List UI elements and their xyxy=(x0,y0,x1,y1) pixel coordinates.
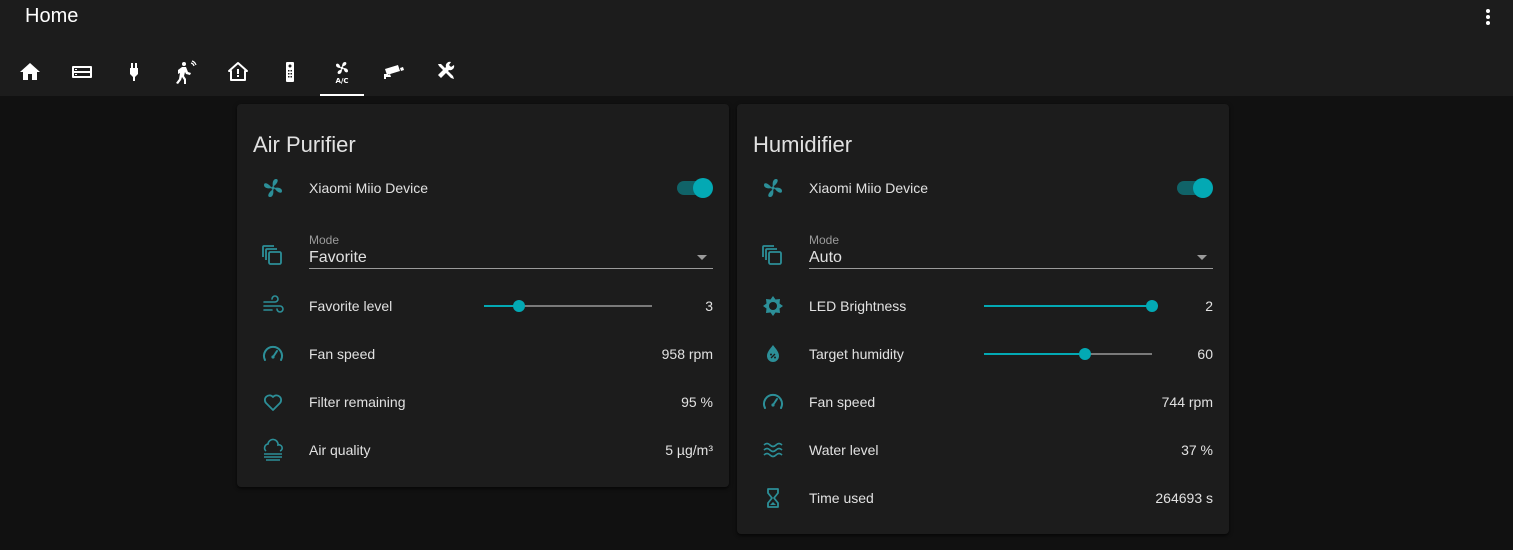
favorite-level-row: Favorite level 3 xyxy=(253,286,713,326)
card-title: Humidifier xyxy=(753,132,853,157)
water-percent-icon xyxy=(753,334,793,374)
view-tabs: A/C xyxy=(4,48,472,96)
timer-sand-icon xyxy=(753,478,793,518)
home-icon xyxy=(20,63,40,80)
time-used-label: Time used xyxy=(809,490,874,506)
mode-caption: Mode xyxy=(309,233,340,247)
server-icon xyxy=(72,66,92,78)
brightness-icon xyxy=(753,286,793,326)
fan-icon[interactable] xyxy=(753,168,793,208)
speedometer-icon xyxy=(753,382,793,422)
tools-icon xyxy=(438,61,455,79)
target-humidity-row: Target humidity 60 xyxy=(753,334,1213,374)
mode-value: Auto xyxy=(809,249,842,266)
device-label: Xiaomi Miio Device xyxy=(809,180,929,196)
fan-speed-row: Fan speed 958 rpm xyxy=(253,334,713,374)
waves-icon xyxy=(753,430,793,470)
tab-remote[interactable] xyxy=(264,48,316,96)
fan-icon[interactable] xyxy=(253,168,293,208)
led-brightness-slider[interactable] xyxy=(984,296,1158,316)
dropdown-arrow-icon[interactable] xyxy=(697,255,707,260)
device-row: Xiaomi Miio Device xyxy=(253,168,713,208)
mode-value: Favorite xyxy=(309,249,367,266)
device-toggle[interactable] xyxy=(677,178,713,198)
target-humidity-value: 60 xyxy=(1197,346,1213,362)
favorite-level-value: 3 xyxy=(705,298,713,314)
device-row: Xiaomi Miio Device xyxy=(753,168,1213,208)
mode-caption: Mode xyxy=(809,233,840,247)
device-toggle[interactable] xyxy=(1177,178,1213,198)
fan-speed-value: 744 rpm xyxy=(1161,394,1213,410)
slider-knob[interactable] xyxy=(1146,300,1158,312)
app-header: Home A/C xyxy=(0,0,1513,96)
led-brightness-label: LED Brightness xyxy=(809,298,907,314)
mode-icon xyxy=(253,224,293,288)
mode-icon xyxy=(753,224,793,288)
overflow-menu-icon[interactable] xyxy=(1480,6,1496,28)
air-quality-label: Air quality xyxy=(309,442,371,458)
mode-row: Mode Favorite xyxy=(253,224,713,288)
fan-speed-label: Fan speed xyxy=(809,394,876,410)
air-quality-row: Air quality 5 µg/m³ xyxy=(253,430,713,470)
power-plug-icon xyxy=(130,63,138,81)
filter-remaining-row: Filter remaining 95 % xyxy=(253,382,713,422)
air-quality-value: 5 µg/m³ xyxy=(665,442,713,458)
target-humidity-slider[interactable] xyxy=(984,344,1152,364)
dropdown-arrow-icon[interactable] xyxy=(1197,255,1207,260)
fan-speed-label: Fan speed xyxy=(309,346,376,362)
water-level-label: Water level xyxy=(809,442,879,458)
wind-icon xyxy=(253,286,293,326)
page-title: Home xyxy=(25,5,79,27)
water-level-value: 37 % xyxy=(1181,442,1213,458)
fan-speed-value: 958 rpm xyxy=(661,346,713,362)
tab-power[interactable] xyxy=(108,48,160,96)
humidifier-card: Humidifier Xiaomi Miio Device Mode Auto … xyxy=(737,104,1229,534)
target-humidity-label: Target humidity xyxy=(809,346,904,362)
filter-remaining-label: Filter remaining xyxy=(309,394,406,410)
tab-home[interactable] xyxy=(4,48,56,96)
select-underline xyxy=(809,268,1213,269)
heart-outline-icon xyxy=(253,382,293,422)
tab-tools[interactable] xyxy=(420,48,472,96)
mode-select[interactable]: Mode Favorite xyxy=(309,224,713,288)
tab-alerts[interactable] xyxy=(212,48,264,96)
home-alert-icon xyxy=(228,62,248,81)
water-level-row: Water level 37 % xyxy=(753,430,1213,470)
air-purifier-card: Air Purifier Xiaomi Miio Device Mode Fav… xyxy=(237,104,729,487)
card-title: Air Purifier xyxy=(253,132,356,157)
slider-knob[interactable] xyxy=(1078,348,1091,360)
air-conditioner-icon: A/C xyxy=(335,62,349,84)
favorite-level-slider[interactable] xyxy=(484,296,652,316)
led-brightness-row: LED Brightness 2 xyxy=(753,286,1213,326)
motion-sensor-icon xyxy=(176,60,197,84)
slider-knob[interactable] xyxy=(513,300,526,312)
cctv-icon xyxy=(384,65,404,79)
filter-remaining-value: 95 % xyxy=(681,394,713,410)
device-label: Xiaomi Miio Device xyxy=(309,180,429,196)
time-used-value: 264693 s xyxy=(1155,490,1213,506)
mode-row: Mode Auto xyxy=(753,224,1213,288)
tab-server[interactable] xyxy=(56,48,108,96)
remote-icon xyxy=(286,62,294,82)
tab-cctv[interactable] xyxy=(368,48,420,96)
favorite-level-label: Favorite level xyxy=(309,298,393,314)
weather-fog-icon xyxy=(253,430,293,470)
tab-climate[interactable]: A/C xyxy=(316,48,368,96)
led-brightness-value: 2 xyxy=(1205,298,1213,314)
mode-select[interactable]: Mode Auto xyxy=(809,224,1213,288)
time-used-row: Time used 264693 s xyxy=(753,478,1213,518)
svg-text:A/C: A/C xyxy=(335,77,348,84)
tab-motion[interactable] xyxy=(160,48,212,96)
speedometer-icon xyxy=(253,334,293,374)
fan-speed-row: Fan speed 744 rpm xyxy=(753,382,1213,422)
select-underline xyxy=(309,268,713,269)
